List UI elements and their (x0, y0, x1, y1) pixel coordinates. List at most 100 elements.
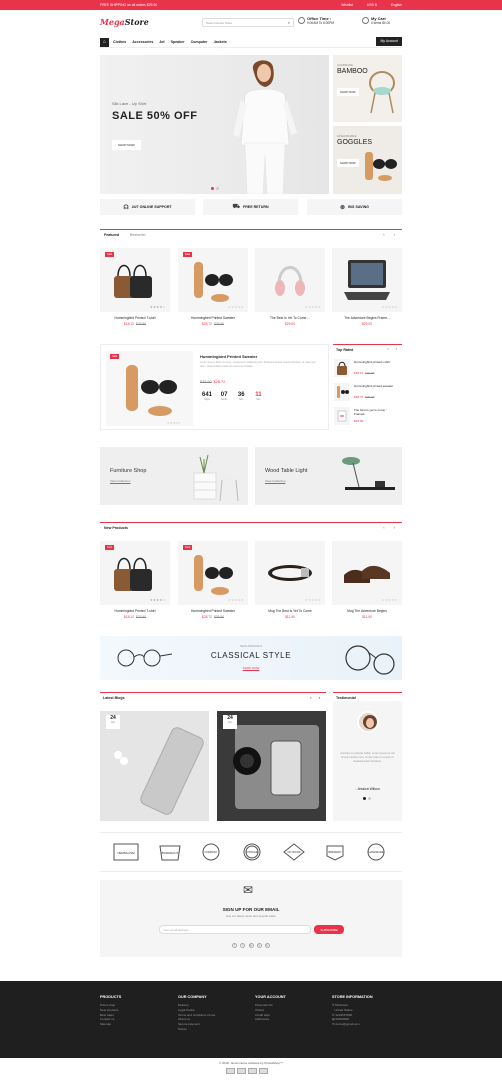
service-return: ⛟ FREE RETURN (203, 199, 298, 215)
copyright: © 2018 - Ecommerce software by PrestaSho… (218, 1061, 284, 1065)
hero-slider[interactable]: Silk Lace - Up Shirt SALE 50% OFF SHOP N… (100, 55, 329, 194)
goggles-image (365, 152, 397, 181)
footer-link[interactable]: Addresses (255, 1017, 325, 1022)
product-card[interactable]: Sale ☆☆☆☆☆ Hummingbird Printed Sweater $… (178, 248, 248, 326)
twitter-icon[interactable]: t (240, 943, 246, 948)
hero-subtitle: Silk Lace - Up Shirt (112, 101, 147, 106)
email-field[interactable]: Your email address (159, 925, 311, 934)
search-input[interactable]: Search Entire Store ⌕ (202, 18, 294, 27)
nav-item-art[interactable]: Art (159, 40, 164, 44)
cart-icon (362, 17, 369, 24)
wishlist-link[interactable]: Wishlist (341, 3, 353, 7)
featured-tabs: Featured Bestseller ‹ › (100, 229, 402, 238)
brand-logo[interactable]: COMPANY (197, 842, 225, 862)
carousel-arrows[interactable]: ‹ › (387, 346, 400, 351)
list-item[interactable]: Hummingbird printed t-shirt $18.12 $23.90 (333, 359, 402, 381)
goggles-banner[interactable]: FASHIONABLE GOGGLES SHOP NOW (333, 126, 402, 194)
main-nav: ⌂ Clothes Accessories Art Speaker Comput… (100, 37, 402, 48)
sale-badge: Sale (110, 354, 120, 359)
footer-col-company: OUR COMPANY Delivery Legal Notice Terms … (178, 995, 248, 1032)
brand-logo[interactable]: HERBALISM (112, 842, 140, 862)
google-plus-icon[interactable]: g+ (248, 943, 254, 948)
blog-post[interactable]: 24 Apr (100, 711, 209, 821)
product-card[interactable]: ☆☆☆☆☆ Mug The Adventure Begins $11.90 (332, 541, 402, 619)
svg-text:OUTDOOR: OUTDOOR (287, 850, 300, 854)
service-saving: ⊛ BIG SAVING (307, 199, 402, 215)
header: MegaStore Search Entire Store ⌕ Office Ti… (100, 13, 402, 35)
svg-text:BORDEAUX: BORDEAUX (162, 851, 179, 855)
shoes-image (344, 565, 390, 583)
rating-stars: ★★★★☆ (150, 305, 166, 309)
goggles-image (194, 262, 233, 302)
nav-item-jackets[interactable]: Jackets (214, 40, 227, 44)
top-bar: FREE SHIPPING on all orders $29.00 Wishl… (0, 0, 502, 10)
svg-text:VINTAGE: VINTAGE (246, 850, 257, 854)
deal-name[interactable]: Hummingbird Printed Sweater (200, 354, 257, 359)
carousel-arrows[interactable]: ‹ › (383, 232, 399, 237)
slider-dots[interactable] (362, 796, 372, 801)
logo[interactable]: MegaStore (100, 17, 149, 27)
product-card[interactable]: ☆☆☆☆☆ Mug The Best Is Yet To Come $11.90 (255, 541, 325, 619)
tab-bestseller[interactable]: Bestseller (130, 233, 146, 237)
shop-now-button[interactable]: SHOP NOW (337, 159, 359, 167)
tab-featured[interactable]: Featured (104, 233, 119, 237)
nav-item-accessories[interactable]: Accessories (132, 40, 153, 44)
social-links: f t g+ y p (100, 942, 402, 948)
brand-logo[interactable]: OUTDOOR (280, 842, 308, 862)
language-select[interactable]: English (391, 3, 402, 7)
nav-item-clothes[interactable]: Clothes (113, 40, 126, 44)
product-card[interactable]: ☆☆☆☆☆ The Adventure Begins Frame... $29.… (332, 248, 402, 326)
brand-logo[interactable]: VINTAGE (238, 842, 266, 862)
office-time: Office Time :9:00AM To 6:00PM (298, 16, 352, 25)
my-account-button[interactable]: My Account (376, 37, 402, 46)
blog-post[interactable]: 24 Apr (217, 711, 326, 821)
search-icon[interactable]: ⌕ (288, 20, 290, 25)
product-card[interactable]: Sale ★★★★☆ Hummingbird Printed T-shirt $… (100, 248, 170, 326)
hero-title: SALE 50% OFF (112, 110, 198, 122)
home-icon[interactable]: ⌂ (100, 37, 109, 47)
furniture-banner[interactable]: Furniture Shop View Collection (100, 447, 248, 505)
hero-shop-button[interactable]: SHOP NOW (112, 140, 141, 150)
slider-dots[interactable] (210, 186, 220, 191)
list-item[interactable]: The best is yet to come ' Framed... $29.0… (333, 407, 402, 429)
view-collection-link[interactable]: View Collection (265, 479, 285, 483)
envelope-icon: ✉ (243, 883, 254, 897)
deal-image[interactable] (106, 351, 193, 426)
view-collection-link[interactable]: View Collection (110, 479, 130, 483)
brand-logo[interactable]: HANDMADE (362, 842, 390, 862)
deal-of-day: Sale ☆☆☆☆☆ Hummingbird Printed Sweater L… (100, 344, 329, 430)
post-date: 24 Apr (223, 715, 237, 729)
facebook-icon[interactable]: f (232, 943, 238, 948)
headset-icon: ☊ (123, 204, 129, 211)
cart-button[interactable]: My Cart 0 items $0.00 (362, 16, 402, 25)
pinterest-icon[interactable]: p (264, 943, 270, 948)
product-card[interactable]: Sale ☆☆☆☆☆ Hummingbird Printed Sweater $… (178, 541, 248, 619)
newsletter: ✉ SIGN UP FOR OUR EMAIL Get our latest n… (100, 880, 402, 957)
brand-logos: HERBALISM BORDEAUX COMPANY VINTAGE OUTDO… (100, 832, 402, 872)
bamboo-banner[interactable]: HANDMADE BAMBOO SHOP NOW (333, 55, 402, 122)
nav-item-computer[interactable]: Computer (191, 40, 208, 44)
carousel-arrows[interactable]: ‹ › (383, 525, 399, 530)
wood-light-banner[interactable]: Wood Table Light View Collection (255, 447, 402, 505)
nav-item-speaker[interactable]: Speaker (171, 40, 185, 44)
top-rated: Top Rated ‹ › Hummingbird printed t-shir… (333, 344, 402, 430)
deal-desc: Lorem ipsum dolor sit amet, consectetur … (200, 361, 316, 368)
product-card[interactable]: ☆☆☆☆☆ The Best Is Yet To Come ... $29.00 (255, 248, 325, 326)
newsletter-title: SIGN UP FOR OUR EMAIL (222, 907, 280, 912)
brand-logo[interactable]: BREWERY (321, 842, 349, 862)
youtube-icon[interactable]: y (256, 943, 262, 948)
brand-logo[interactable]: BORDEAUX (156, 842, 184, 862)
model-image (233, 60, 297, 194)
footer-link[interactable]: Stores (178, 1027, 248, 1032)
currency-select[interactable]: USD $ (367, 3, 377, 7)
list-item[interactable]: Hummingbird printed sweater $28.72 $35.90 (333, 383, 402, 405)
svg-text:HERBALISM: HERBALISM (117, 851, 135, 855)
product-card[interactable]: Sale ★★★★☆ Hummingbird Printed T-shirt $… (100, 541, 170, 619)
payment-icons (225, 1068, 269, 1075)
shop-now-button[interactable]: SHOP NOW (337, 88, 359, 96)
carousel-arrows[interactable]: ‹ › (310, 695, 323, 700)
classical-banner[interactable]: NEW ARRIVALS CLASSICAL STYLE SHOP NOW (100, 636, 402, 680)
footer-link[interactable]: Sitemap (100, 1022, 170, 1027)
deal-price: $35.90 $28.72 (200, 380, 226, 384)
subscribe-button[interactable]: SUBSCRIBE (314, 925, 344, 934)
